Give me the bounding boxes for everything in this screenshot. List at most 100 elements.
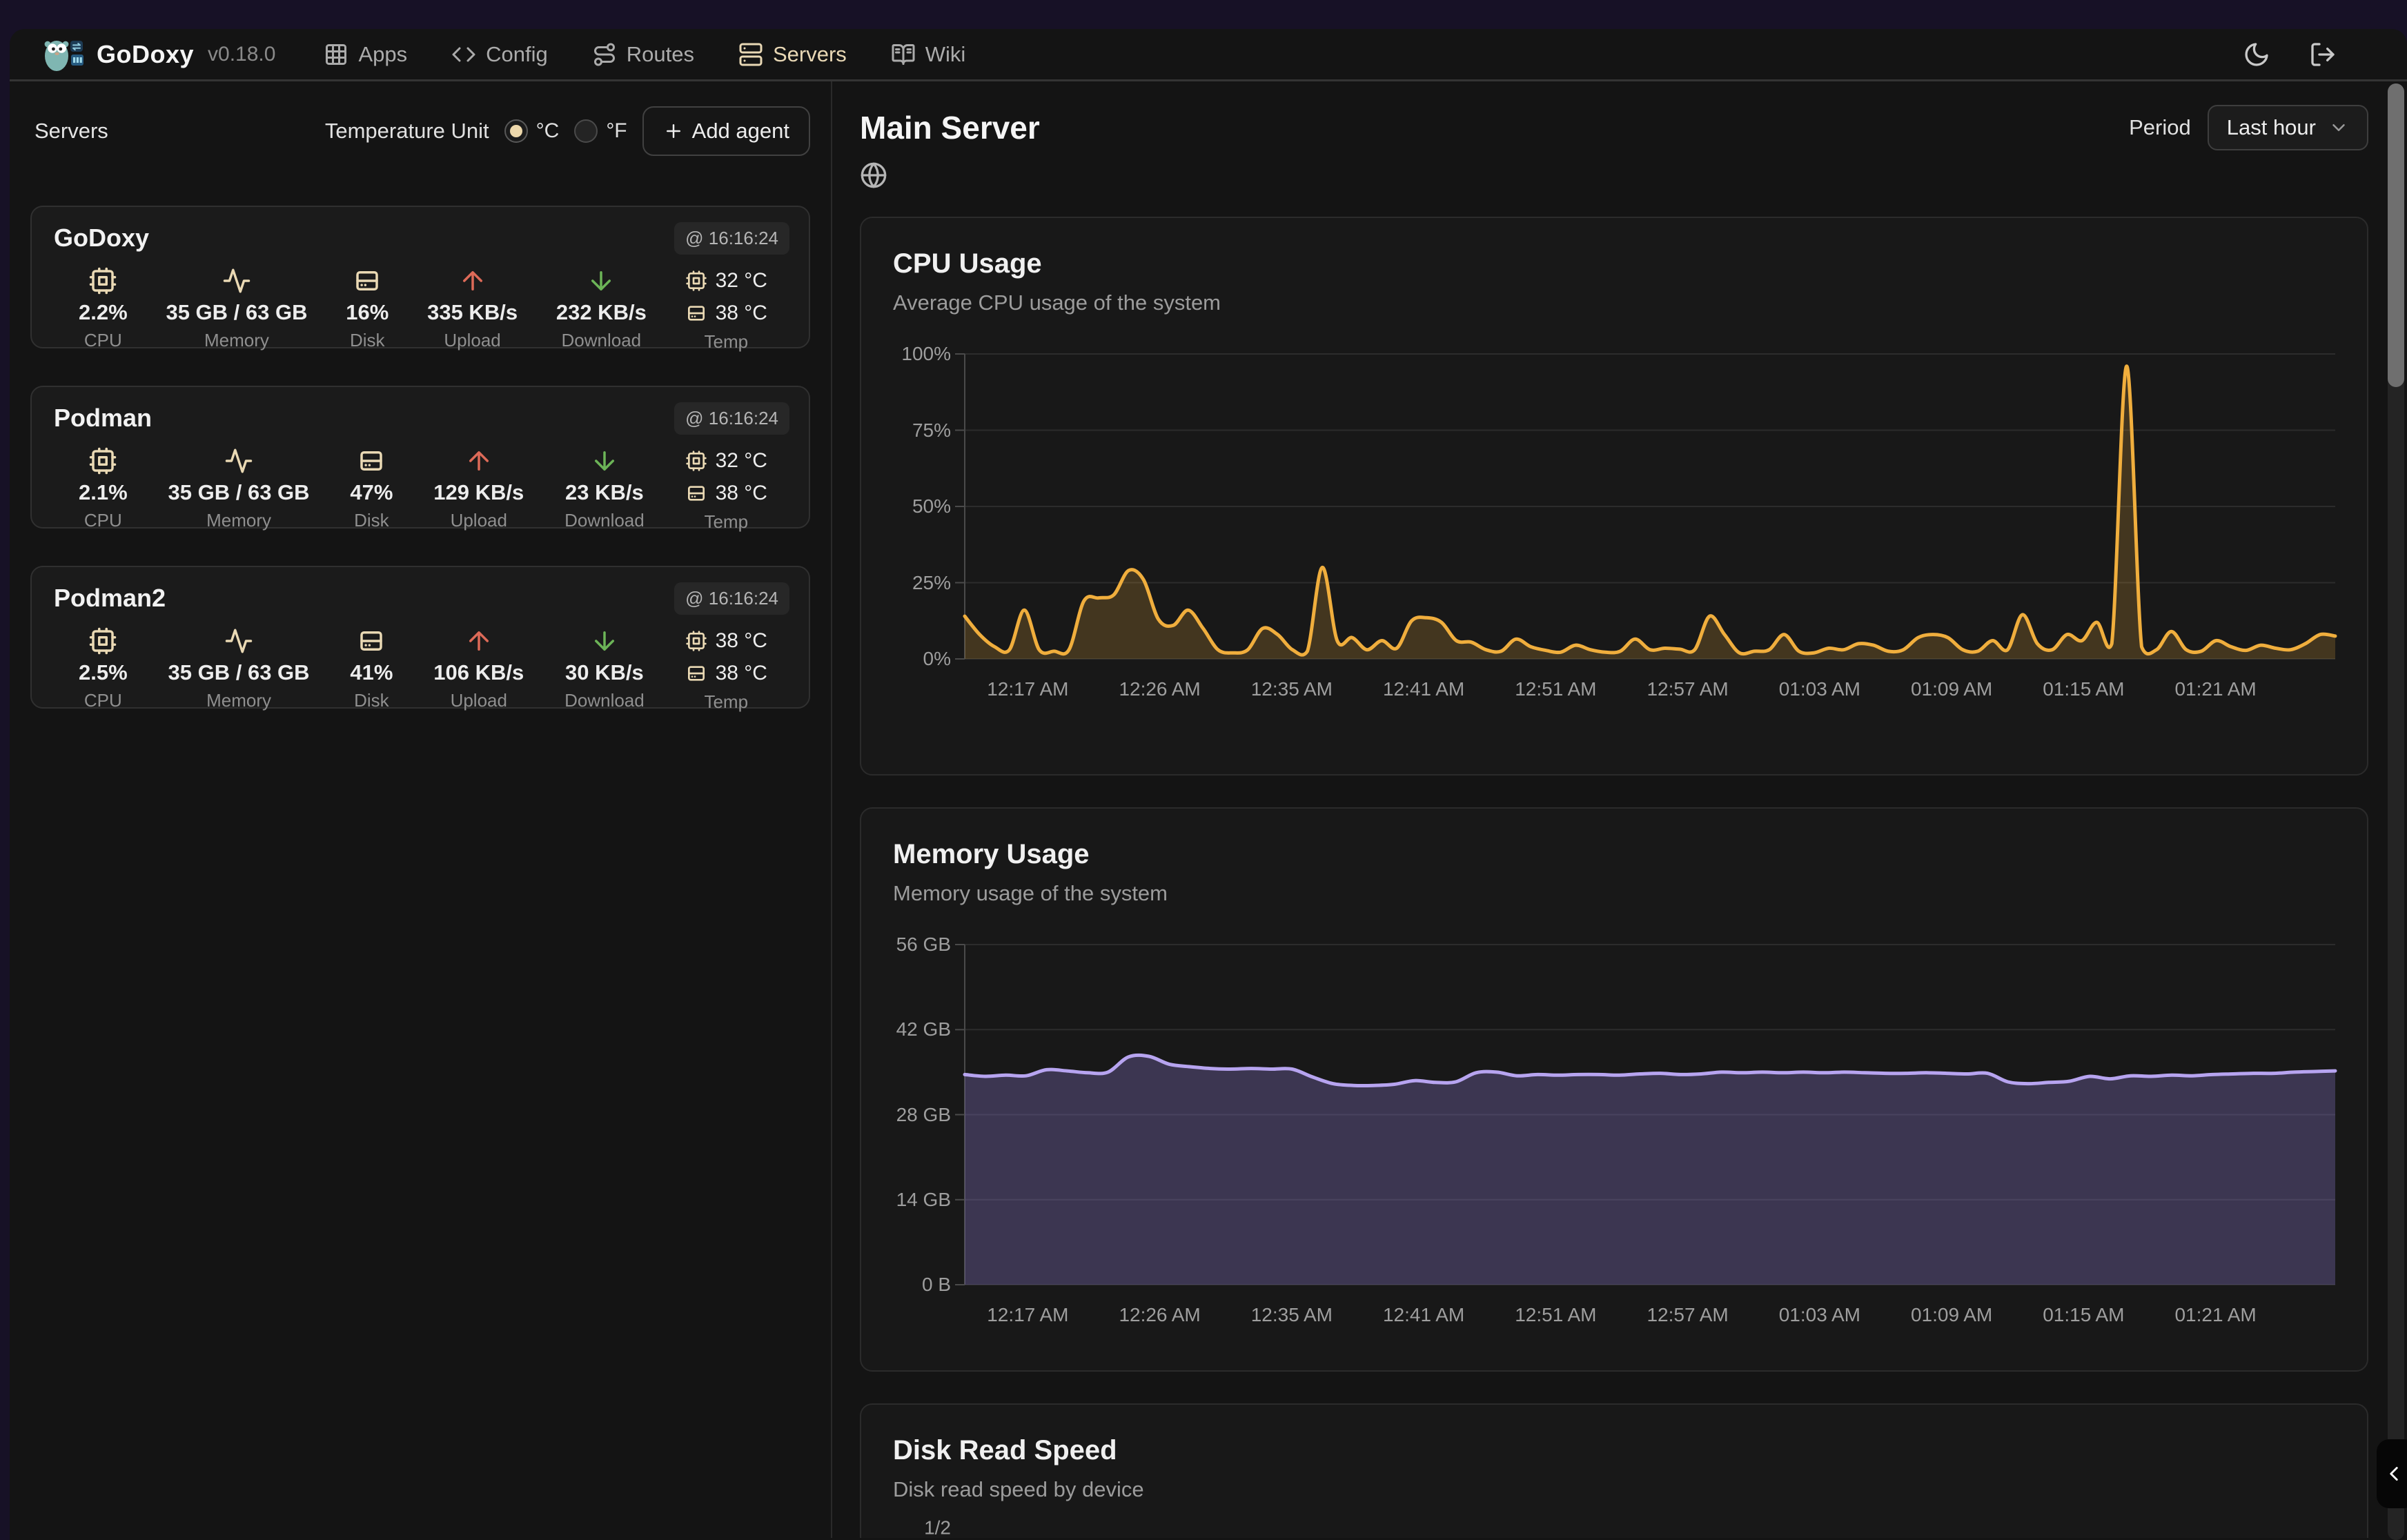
x-axis-tick: 01:03 AM — [1779, 678, 1860, 700]
metric-disk: 47%Disk — [350, 446, 393, 533]
nav-item-servers[interactable]: Servers — [738, 42, 847, 67]
cpu-usage-chart[interactable]: 100%75%50%25%0% 12:17 AM12:26 AM12:35 AM… — [893, 354, 2335, 709]
x-axis-tick: 01:09 AM — [1911, 1304, 1992, 1326]
x-axis-tick: 12:57 AM — [1647, 1304, 1728, 1326]
arrow-up-icon — [464, 446, 493, 475]
disk-read-speed-card: Disk Read Speed Disk read speed by devic… — [860, 1403, 2368, 1538]
metric-temp: 38 °C 38 °C Temp — [685, 626, 767, 713]
period-label: Period — [2129, 115, 2191, 140]
x-axis-tick: 01:21 AM — [2174, 678, 2256, 700]
servers-sidebar: Servers Temperature Unit °C °F Add agent — [10, 81, 832, 1538]
book-open-icon — [891, 42, 916, 67]
globe-icon — [860, 161, 887, 189]
metric-cpu: 2.2%CPU — [79, 266, 128, 353]
cpu-chip-icon — [88, 266, 117, 295]
temp-unit-fahrenheit-radio[interactable]: °F — [574, 119, 627, 143]
chart-plot-svg[interactable] — [965, 354, 2335, 659]
arrow-up-icon — [464, 626, 493, 655]
metric-disk: 41%Disk — [350, 626, 393, 713]
nav-item-apps[interactable]: Apps — [324, 42, 407, 67]
cpu-chip-icon — [685, 270, 707, 292]
nav-label: Wiki — [925, 42, 966, 67]
memory-usage-chart[interactable]: 56 GB42 GB28 GB14 GB0 B 12:17 AM12:26 AM… — [893, 945, 2335, 1334]
nav-label: Apps — [358, 42, 407, 67]
theme-toggle-moon-icon[interactable] — [2243, 41, 2270, 68]
metric-upload: 129 KB/sUpload — [433, 446, 524, 533]
nav-item-config[interactable]: Config — [451, 42, 548, 67]
x-axis-tick: 12:35 AM — [1251, 1304, 1333, 1326]
plus-icon — [663, 121, 684, 141]
navbar-actions — [2243, 41, 2375, 68]
y-axis-tick: 14 GB — [893, 1187, 951, 1212]
x-axis-tick: 12:26 AM — [1119, 1304, 1200, 1326]
x-axis-tick: 12:41 AM — [1383, 1304, 1464, 1326]
server-card-godoxy[interactable]: GoDoxy @ 16:16:24 2.2%CPU 35 GB / 63 GBM… — [30, 206, 810, 348]
hard-drive-icon — [685, 662, 707, 684]
y-axis-tick: 100% — [893, 342, 951, 366]
cpu-chip-icon — [685, 450, 707, 472]
globe-status — [860, 161, 2368, 192]
nav-items: Apps Config Routes Servers Wiki — [324, 42, 965, 67]
metric-download: 30 KB/sDownload — [564, 626, 645, 713]
logout-icon[interactable] — [2309, 41, 2337, 68]
code-icon — [451, 42, 476, 67]
server-timestamp-badge: @ 16:16:24 — [674, 402, 789, 435]
brand-name: GoDoxy — [97, 40, 194, 69]
server-timestamp-badge: @ 16:16:24 — [674, 222, 789, 255]
nav-item-wiki[interactable]: Wiki — [891, 42, 966, 67]
temp-unit-celsius-radio[interactable]: °C — [504, 119, 560, 143]
radio-unselected[interactable] — [574, 119, 598, 143]
server-timestamp-badge: @ 16:16:24 — [674, 582, 789, 615]
y-axis-tick: 1/2 MB/s — [893, 1516, 951, 1538]
metric-cpu: 2.1%CPU — [79, 446, 128, 533]
cpu-chip-icon — [685, 630, 707, 652]
y-axis-tick: 56 GB — [893, 932, 951, 957]
period-select[interactable]: Last hour — [2208, 105, 2368, 150]
metric-download: 232 KB/sDownload — [556, 266, 647, 353]
activity-icon — [224, 626, 253, 655]
y-axis-tick: 75% — [893, 417, 951, 442]
y-axis-tick: 28 GB — [893, 1102, 951, 1127]
period-value: Last hour — [2227, 115, 2316, 140]
cpu-usage-card: CPU Usage Average CPU usage of the syste… — [860, 217, 2368, 776]
memory-usage-card: Memory Usage Memory usage of the system … — [860, 807, 2368, 1372]
nav-item-routes[interactable]: Routes — [592, 42, 694, 67]
hard-drive-icon — [685, 482, 707, 504]
chart-plot-svg[interactable] — [965, 945, 2335, 1285]
chart-subtitle: Average CPU usage of the system — [893, 290, 2335, 315]
x-axis-tick: 12:57 AM — [1647, 678, 1728, 700]
x-axis-tick: 12:41 AM — [1383, 678, 1464, 700]
x-axis-labels: 12:17 AM12:26 AM12:35 AM12:41 AM12:51 AM… — [893, 1285, 2335, 1334]
server-card-podman[interactable]: Podman @ 16:16:24 2.1%CPU 35 GB / 63 GBM… — [30, 386, 810, 529]
x-axis-tick: 01:15 AM — [2043, 1304, 2124, 1326]
radio-selected[interactable] — [504, 119, 528, 143]
chart-title: CPU Usage — [893, 248, 2335, 279]
x-axis-tick: 12:17 AM — [987, 1304, 1068, 1326]
apps-grid-icon — [324, 42, 348, 67]
scrollbar-thumb[interactable] — [2388, 83, 2404, 387]
nav-label: Servers — [773, 42, 847, 67]
main-panel: Main Server Period Last hour CPU Usage A… — [832, 81, 2407, 1538]
activity-icon — [224, 446, 253, 475]
panel-collapse-handle[interactable] — [2377, 1439, 2407, 1508]
server-metrics: 2.2%CPU 35 GB / 63 GBMemory 16%Disk 335 … — [54, 266, 787, 353]
metric-temp: 32 °C 38 °C Temp — [685, 266, 767, 353]
server-card-podman2[interactable]: Podman2 @ 16:16:24 2.5%CPU 35 GB / 63 GB… — [30, 566, 810, 709]
metric-upload: 106 KB/sUpload — [433, 626, 524, 713]
arrow-down-icon — [587, 266, 616, 295]
add-agent-button[interactable]: Add agent — [642, 106, 810, 156]
x-axis-tick: 12:17 AM — [987, 678, 1068, 700]
brand[interactable]: GoDoxy v0.18.0 — [41, 35, 275, 74]
route-icon — [592, 42, 617, 67]
chart-subtitle: Memory usage of the system — [893, 881, 2335, 906]
metric-temp: 32 °C 38 °C Temp — [685, 446, 767, 533]
chart-subtitle: Disk read speed by device — [893, 1477, 2335, 1502]
navbar: GoDoxy v0.18.0 Apps Config Routes Server… — [10, 29, 2407, 81]
temperature-unit-label: Temperature Unit — [325, 119, 489, 144]
nav-label: Config — [486, 42, 548, 67]
metric-download: 23 KB/sDownload — [564, 446, 645, 533]
x-axis-tick: 01:09 AM — [1911, 678, 1992, 700]
add-agent-label: Add agent — [692, 119, 789, 144]
server-metrics: 2.5%CPU 35 GB / 63 GBMemory 41%Disk 106 … — [54, 626, 787, 713]
hard-drive-icon — [357, 446, 386, 475]
